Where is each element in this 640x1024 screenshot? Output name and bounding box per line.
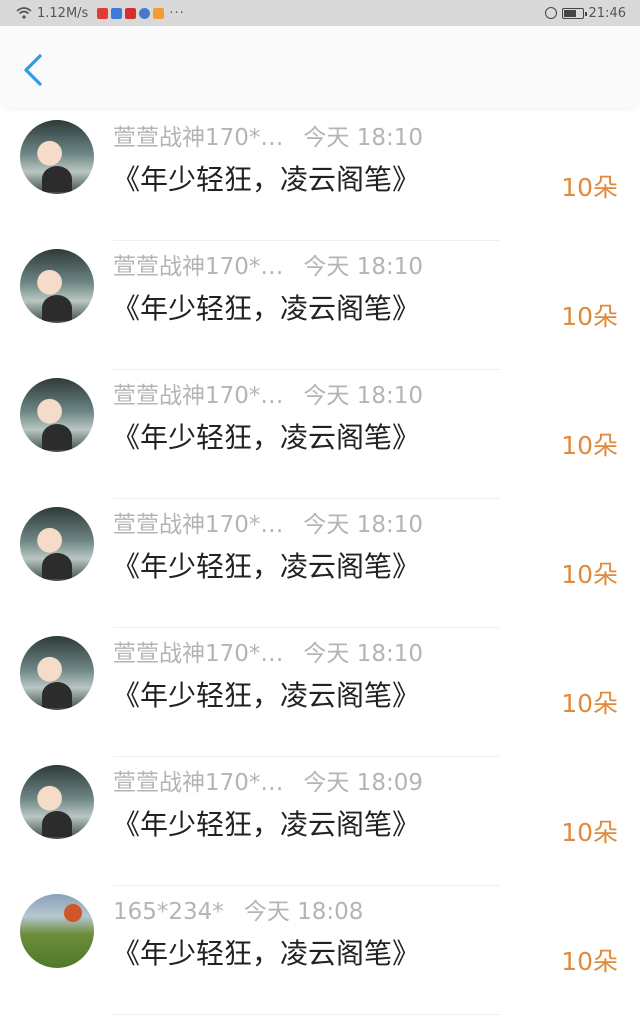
divider bbox=[113, 1014, 500, 1015]
status-bar: 1.12M/s ··· 21:46 bbox=[0, 0, 640, 26]
item-meta: 萱萱战神170*… 今天 18:10 bbox=[113, 376, 423, 410]
top-bar bbox=[0, 26, 640, 108]
gift-amount: 10朵 bbox=[561, 560, 618, 589]
timestamp: 今天 18:10 bbox=[303, 254, 423, 280]
book-title: 《年少轻狂，凌云阁笔》 bbox=[112, 937, 421, 970]
user-name: 萱萱战神170*… bbox=[113, 512, 284, 538]
user-name: 萱萱战神170*… bbox=[113, 125, 284, 151]
book-title: 《年少轻狂，凌云阁笔》 bbox=[112, 163, 421, 196]
avatar[interactable] bbox=[20, 894, 94, 968]
item-meta: 萱萱战神170*… 今天 18:10 bbox=[113, 118, 423, 152]
book-title: 《年少轻狂，凌云阁笔》 bbox=[112, 550, 421, 583]
list-item[interactable]: 萱萱战神170*… 今天 18:10 《年少轻狂，凌云阁笔》 10朵 bbox=[0, 112, 640, 241]
gift-amount: 10朵 bbox=[561, 818, 618, 847]
gift-record-list: 萱萱战神170*… 今天 18:10 《年少轻狂，凌云阁笔》 10朵 萱萱战神1… bbox=[0, 112, 640, 1015]
app-notification-icon bbox=[139, 7, 151, 19]
notification-icons bbox=[97, 7, 165, 19]
app-notification-icon bbox=[97, 7, 109, 19]
status-left: 1.12M/s ··· bbox=[16, 6, 185, 21]
avatar[interactable] bbox=[20, 120, 94, 194]
network-speed: 1.12M/s bbox=[37, 5, 89, 21]
user-name: 萱萱战神170*… bbox=[113, 770, 284, 796]
wifi-icon bbox=[16, 7, 32, 19]
gift-amount: 10朵 bbox=[561, 431, 618, 460]
more-notifications: ··· bbox=[169, 5, 185, 21]
battery-icon bbox=[561, 7, 587, 19]
chevron-left-icon bbox=[24, 54, 42, 86]
app-notification-icon bbox=[153, 7, 165, 19]
book-title: 《年少轻狂，凌云阁笔》 bbox=[112, 421, 421, 454]
book-title: 《年少轻狂，凌云阁笔》 bbox=[112, 292, 421, 325]
avatar[interactable] bbox=[20, 507, 94, 581]
alarm-icon bbox=[544, 7, 557, 19]
list-item[interactable]: 165*234* 今天 18:08 《年少轻狂，凌云阁笔》 10朵 bbox=[0, 886, 640, 1015]
app-notification-icon bbox=[111, 7, 123, 19]
list-item[interactable]: 萱萱战神170*… 今天 18:10 《年少轻狂，凌云阁笔》 10朵 bbox=[0, 499, 640, 628]
back-button[interactable] bbox=[16, 50, 52, 90]
avatar[interactable] bbox=[20, 636, 94, 710]
list-item[interactable]: 萱萱战神170*… 今天 18:10 《年少轻狂，凌云阁笔》 10朵 bbox=[0, 628, 640, 757]
list-item[interactable]: 萱萱战神170*… 今天 18:10 《年少轻狂，凌云阁笔》 10朵 bbox=[0, 241, 640, 370]
list-item[interactable]: 萱萱战神170*… 今天 18:10 《年少轻狂，凌云阁笔》 10朵 bbox=[0, 370, 640, 499]
item-meta: 165*234* 今天 18:08 bbox=[113, 892, 363, 926]
clock: 21:46 bbox=[588, 5, 626, 21]
book-title: 《年少轻狂，凌云阁笔》 bbox=[112, 808, 421, 841]
timestamp: 今天 18:08 bbox=[243, 899, 364, 925]
user-name: 萱萱战神170*… bbox=[113, 254, 284, 280]
timestamp: 今天 18:10 bbox=[303, 383, 423, 409]
list-item[interactable]: 萱萱战神170*… 今天 18:09 《年少轻狂，凌云阁笔》 10朵 bbox=[0, 757, 640, 886]
gift-amount: 10朵 bbox=[561, 689, 618, 718]
timestamp: 今天 18:10 bbox=[303, 512, 423, 538]
item-meta: 萱萱战神170*… 今天 18:10 bbox=[113, 634, 423, 668]
item-meta: 萱萱战神170*… 今天 18:09 bbox=[113, 763, 423, 797]
timestamp: 今天 18:10 bbox=[303, 125, 423, 151]
item-meta: 萱萱战神170*… 今天 18:10 bbox=[113, 247, 423, 281]
app-notification-icon bbox=[125, 7, 137, 19]
timestamp: 今天 18:10 bbox=[303, 641, 423, 667]
avatar[interactable] bbox=[20, 378, 94, 452]
status-right: 21:46 bbox=[544, 5, 626, 21]
avatar[interactable] bbox=[20, 765, 94, 839]
user-name: 165*234* bbox=[113, 899, 224, 925]
user-name: 萱萱战神170*… bbox=[113, 641, 284, 667]
book-title: 《年少轻狂，凌云阁笔》 bbox=[112, 679, 421, 712]
item-meta: 萱萱战神170*… 今天 18:10 bbox=[113, 505, 423, 539]
user-name: 萱萱战神170*… bbox=[113, 383, 284, 409]
gift-amount: 10朵 bbox=[561, 302, 618, 331]
avatar[interactable] bbox=[20, 249, 94, 323]
gift-amount: 10朵 bbox=[561, 173, 618, 202]
gift-amount: 10朵 bbox=[561, 947, 618, 976]
timestamp: 今天 18:09 bbox=[303, 770, 423, 796]
